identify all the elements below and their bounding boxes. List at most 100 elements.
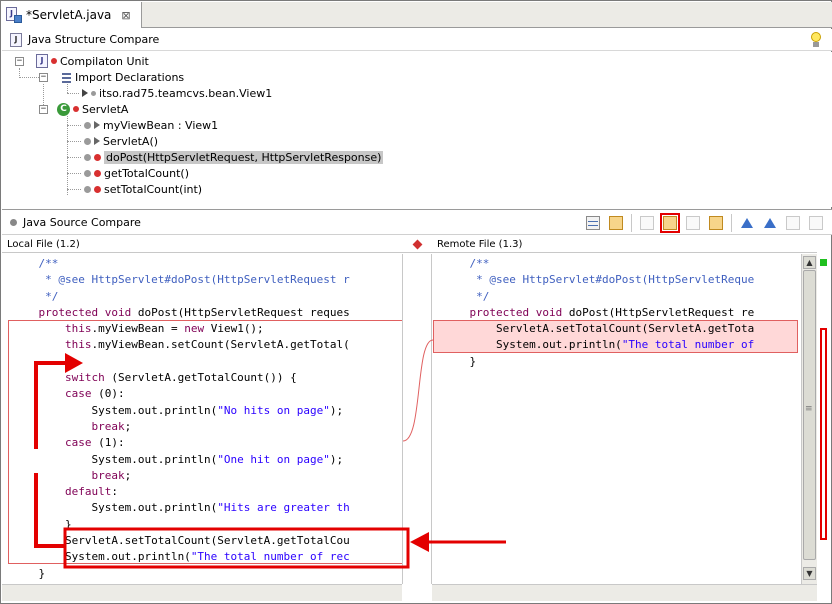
change-range-marker (820, 328, 827, 540)
import-declarations-icon (60, 71, 72, 83)
code-line: System.out.println("One hit on page"); (12, 452, 344, 466)
previous-change-icon[interactable] (806, 213, 826, 233)
tree-node-class[interactable]: C ServletA (57, 101, 128, 117)
method-icon (84, 169, 91, 177)
tree-collapse-toggle[interactable]: − (39, 73, 48, 82)
editor-tab-title: *ServletA.java (26, 8, 112, 22)
field-icon (84, 121, 91, 129)
code-line: /** (443, 257, 490, 270)
tree-node-label: Import Declarations (75, 70, 185, 84)
code-line: System.out.println("The total number of (443, 338, 755, 352)
next-difference-icon[interactable] (737, 213, 757, 233)
left-horizontal-scrollbar[interactable] (2, 584, 402, 601)
compare-editor-window: J *ServletA.java ⊠ J Java Structure Comp… (0, 0, 832, 604)
code-line: case (1): (64, 436, 125, 450)
incoming-arrow-icon (94, 121, 100, 129)
code-line: } (12, 566, 46, 580)
tree-node-member[interactable]: getTotalCount() (84, 165, 189, 181)
tree-collapse-toggle[interactable]: − (15, 57, 24, 66)
right-pane-title: Remote File (1.3) (437, 239, 523, 250)
tree-collapse-toggle[interactable]: − (39, 105, 48, 114)
tree-node-member[interactable]: myViewBean : View1 (84, 117, 218, 133)
method-icon (84, 153, 91, 161)
copy-current-change-icon[interactable] (660, 213, 680, 233)
conflict-marker-icon (94, 153, 101, 161)
method-icon (84, 185, 91, 193)
code-line: System.out.println("No hits on page"); (12, 403, 344, 417)
center-gutter (402, 254, 433, 584)
code-line: ServletA.setTotalCount(ServletA.getTota (443, 322, 755, 336)
code-line: switch (ServletA.getTotalCount()) { (64, 371, 297, 385)
center-header (402, 236, 432, 253)
next-change-icon[interactable] (783, 213, 803, 233)
right-code-pane[interactable]: /** * @see HttpServlet#doPost(HttpServle… (433, 254, 801, 584)
tree-node-compilation-unit[interactable]: J Compilaton Unit (36, 53, 149, 69)
right-horizontal-scrollbar[interactable] (432, 584, 817, 601)
close-tab-icon[interactable]: ⊠ (121, 9, 130, 22)
copy-all-left-icon[interactable] (637, 213, 657, 233)
source-compare-header: Java Source Compare (2, 209, 832, 235)
difference-overview-ruler[interactable] (817, 254, 831, 584)
view-dot-icon (10, 218, 17, 226)
tree-node-label: ServletA() (103, 134, 159, 148)
code-line: } (12, 517, 72, 531)
import-icon (91, 90, 96, 96)
tree-node-label: myViewBean : View1 (103, 118, 219, 132)
structure-tree: − J Compilaton Unit − Import Declaration… (2, 52, 832, 207)
incoming-arrow-icon (94, 137, 100, 145)
right-pane-header: Remote File (1.3) (432, 236, 817, 253)
code-line: case (0): (64, 387, 125, 401)
scroll-up-icon[interactable]: ▲ (803, 256, 816, 269)
source-compare-title: Java Source Compare (23, 215, 141, 229)
tree-node-label: setTotalCount(int) (104, 182, 203, 196)
tree-node-member[interactable]: setTotalCount(int) (84, 181, 202, 197)
structure-compare-title: Java Structure Compare (28, 33, 160, 46)
tree-node-label: ServletA (82, 102, 129, 116)
left-code-pane[interactable]: /** * @see HttpServlet#doPost(HttpServle… (2, 254, 402, 584)
two-pane-icon[interactable] (583, 213, 603, 233)
scroll-down-icon[interactable]: ▼ (803, 567, 816, 580)
conflict-marker-icon (94, 169, 101, 177)
left-pane-header: Local File (1.2) (2, 236, 402, 253)
code-line: ServletA.setTotalCount(ServletA.getTotal… (12, 534, 350, 548)
tree-node-import-item[interactable]: itso.rad75.teamcvs.bean.View1 (82, 85, 272, 101)
tree-node-label: doPost(HttpServletRequest, HttpServletRe… (104, 150, 384, 164)
previous-difference-icon[interactable] (760, 213, 780, 233)
editor-tab-bar: J *ServletA.java ⊠ (2, 2, 832, 28)
class-icon: C (57, 102, 70, 116)
copy-right-to-left-icon[interactable] (706, 213, 726, 233)
compilation-unit-icon: J (36, 54, 48, 68)
code-line: * @see HttpServlet#doPost(HttpServletReq… (12, 273, 350, 287)
tree-node-imports[interactable]: Import Declarations (60, 69, 184, 85)
java-structure-icon: J (10, 32, 22, 47)
diff-connector (403, 339, 433, 442)
code-line: System.out.println("Hits are greater th (12, 501, 350, 515)
tree-node-member[interactable]: ServletA() (84, 133, 158, 149)
copy-all-right-icon[interactable] (683, 213, 703, 233)
code-line: break; (91, 468, 132, 482)
code-line: System.out.println("The total number of … (12, 550, 350, 564)
scroll-grip-icon: ≡ (805, 404, 813, 414)
vertical-scrollbar[interactable]: ▲ ≡ ▼ (801, 254, 817, 584)
code-line: */ (443, 289, 490, 303)
no-conflict-indicator-icon (820, 259, 827, 266)
code-line: } (443, 354, 477, 368)
change-marker-icon (73, 106, 79, 112)
editor-tab[interactable]: J *ServletA.java ⊠ (2, 2, 142, 28)
source-compare-toolbar (583, 213, 826, 233)
scroll-thumb[interactable] (803, 270, 816, 560)
structure-compare-header: J Java Structure Compare (2, 29, 832, 51)
tree-node-label: itso.rad75.teamcvs.bean.View1 (99, 86, 273, 100)
lightbulb-icon[interactable] (810, 32, 822, 48)
left-code: /** * @see HttpServlet#doPost(HttpServle… (12, 256, 350, 582)
code-line: this.myViewBean.setCount(ServletA.getTot… (64, 338, 350, 352)
right-code: /** * @see HttpServlet#doPost(HttpServle… (443, 256, 754, 370)
code-line: * @see HttpServlet#doPost(HttpServletReq… (443, 273, 755, 287)
tree-node-member-selected[interactable]: doPost(HttpServletRequest, HttpServletRe… (84, 149, 384, 165)
conflict-diamond-icon (412, 239, 422, 249)
code-line: default: (64, 485, 118, 499)
code-line: this.myViewBean = new View1(); (64, 322, 264, 336)
swap-icon[interactable] (606, 213, 626, 233)
java-file-icon: J (6, 7, 22, 23)
